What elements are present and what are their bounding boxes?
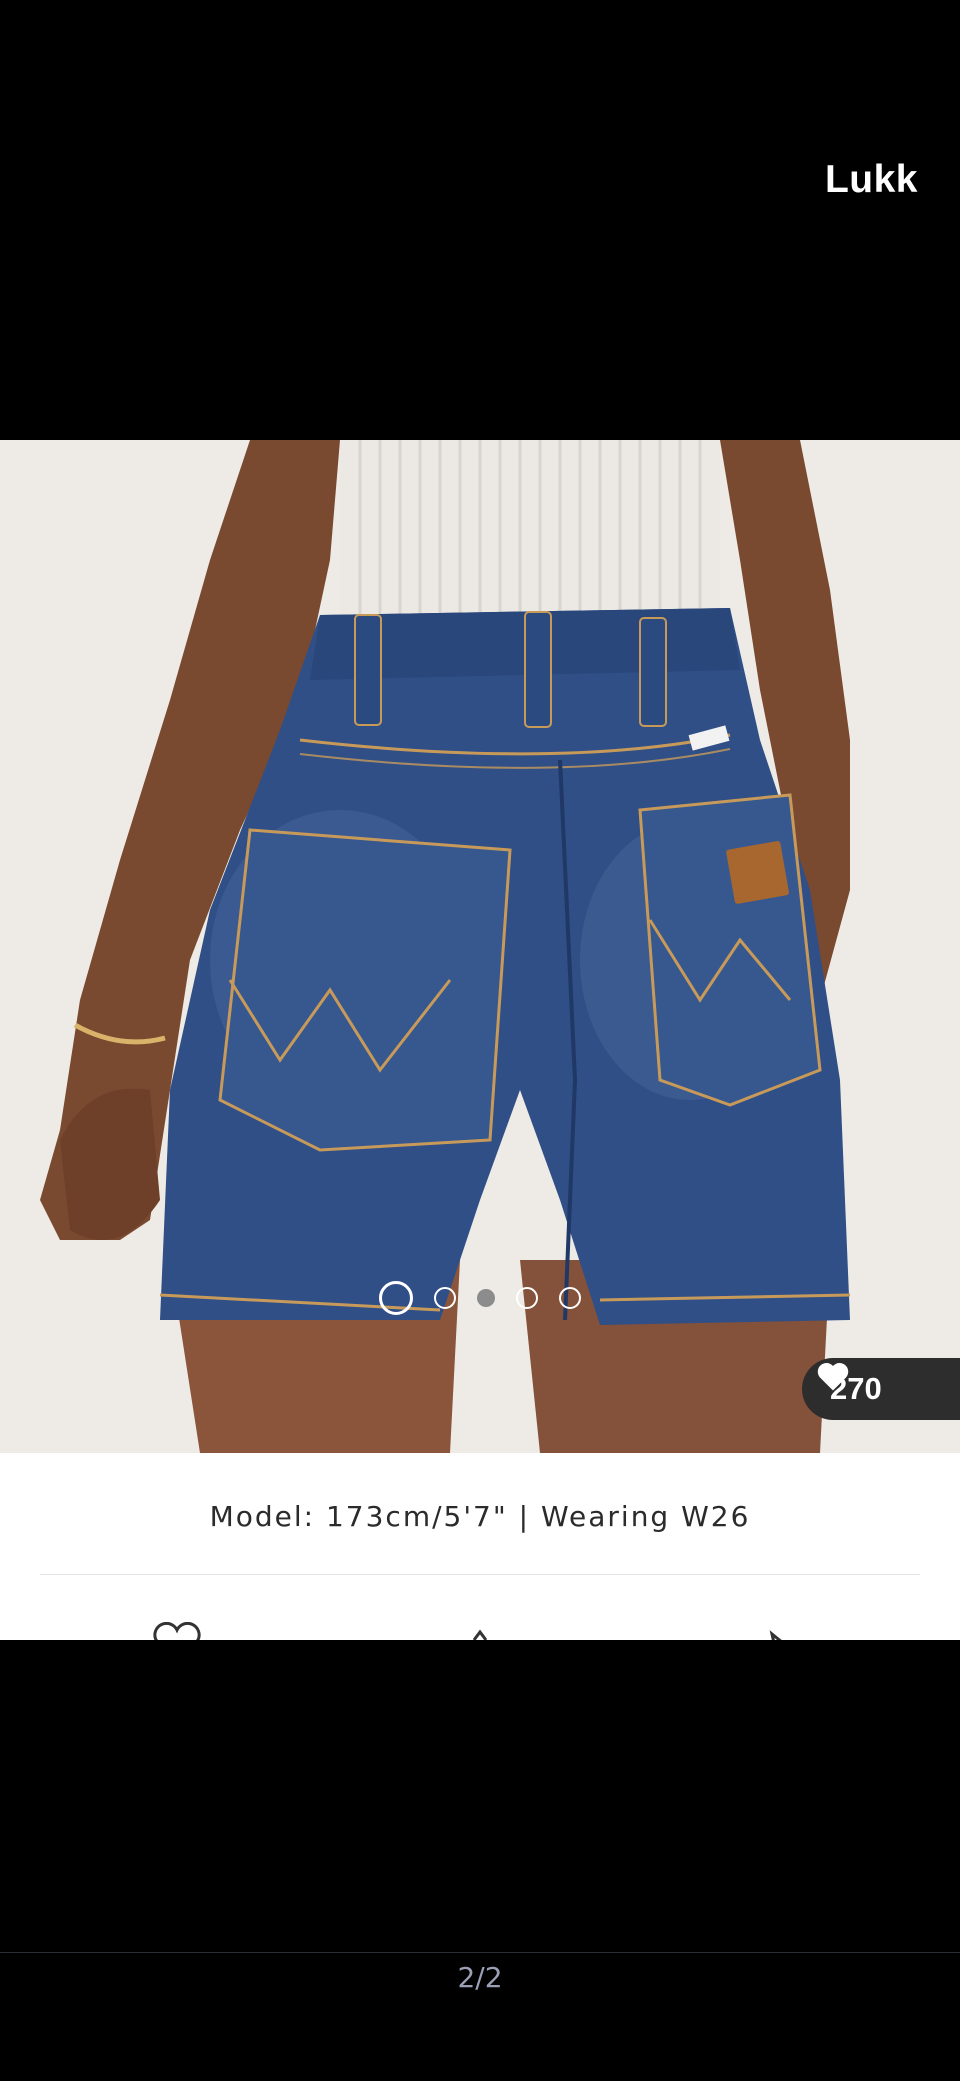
carousel-dot[interactable] bbox=[477, 1289, 495, 1307]
like-count-button[interactable]: 270 bbox=[802, 1358, 960, 1420]
close-button[interactable]: Lukk bbox=[825, 158, 918, 202]
carousel-dot[interactable] bbox=[516, 1287, 538, 1309]
pager-divider bbox=[0, 1952, 960, 1953]
page-indicator: 2/2 bbox=[457, 1961, 503, 1994]
product-screenshot: 270 Model: 173cm/5'7" | Wearing W26 bbox=[0, 440, 960, 1640]
send-icon[interactable] bbox=[768, 1622, 798, 1640]
product-photo[interactable]: 270 bbox=[0, 440, 960, 1453]
model-caption: Model: 173cm/5'7" | Wearing W26 bbox=[209, 1500, 751, 1533]
carousel-dot[interactable] bbox=[559, 1287, 581, 1309]
divider bbox=[40, 1574, 920, 1575]
carousel-dots bbox=[0, 1281, 960, 1315]
heart-icon bbox=[817, 1363, 849, 1391]
heart-outline-icon[interactable] bbox=[150, 1622, 204, 1640]
share-icon[interactable] bbox=[468, 1622, 492, 1640]
action-row bbox=[0, 1622, 960, 1640]
carousel-dot[interactable] bbox=[434, 1287, 456, 1309]
carousel-dot[interactable] bbox=[379, 1281, 413, 1315]
